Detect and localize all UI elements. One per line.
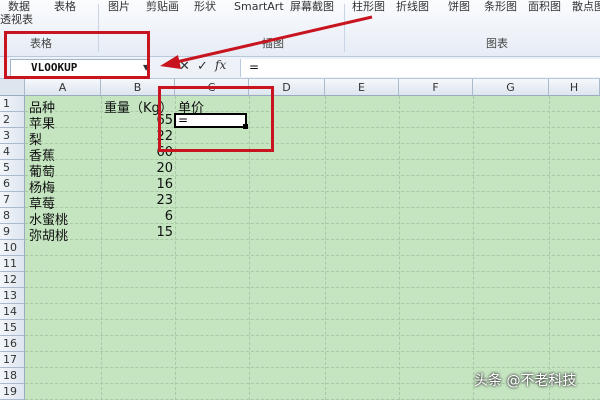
annotation-arrow-icon: [160, 15, 373, 69]
watermark: 头条 @不老科技: [474, 373, 577, 389]
